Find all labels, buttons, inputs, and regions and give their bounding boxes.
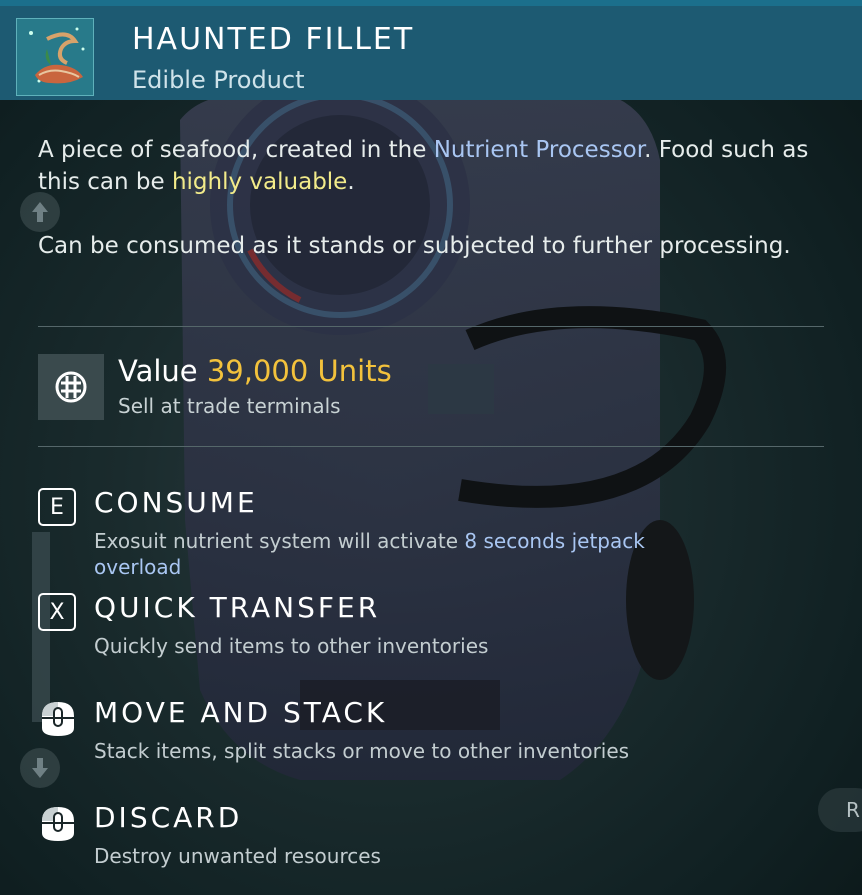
units-currency-icon <box>38 354 104 420</box>
scroll-up-icon[interactable] <box>20 192 60 232</box>
divider <box>38 326 824 327</box>
item-description-secondary: Can be consumed as it stands or subjecte… <box>38 233 791 259</box>
item-header: HAUNTED FILLET Edible Product <box>0 0 862 100</box>
edge-key-badge[interactable]: R <box>818 788 862 832</box>
scroll-down-icon[interactable] <box>20 748 60 788</box>
left-mouse-icon <box>38 698 78 738</box>
value-amount: 39,000 Units <box>206 354 392 388</box>
item-title: HAUNTED FILLET <box>132 22 415 57</box>
key-x-icon: X <box>38 593 76 631</box>
left-mouse-hold-icon <box>38 803 78 843</box>
highly-valuable-highlight: highly valuable <box>171 169 348 195</box>
consume-title: CONSUME <box>94 486 258 519</box>
fish-fillet-icon <box>16 18 94 96</box>
item-category: Edible Product <box>132 66 305 94</box>
divider <box>38 446 824 447</box>
quick-transfer-title: QUICK TRANSFER <box>94 591 381 624</box>
quick-transfer-description: Quickly send items to other inventories <box>94 634 489 658</box>
discard-description: Destroy unwanted resources <box>94 844 381 868</box>
nutrient-processor-link: Nutrient Processor <box>433 137 645 163</box>
consume-description: Exosuit nutrient system will activate 8 … <box>94 528 694 580</box>
key-e-icon: E <box>38 488 76 526</box>
value-subtitle: Sell at trade terminals <box>118 394 341 418</box>
move-and-stack-description: Stack items, split stacks or move to oth… <box>94 739 630 763</box>
value-label-text: Value <box>118 354 198 388</box>
discard-title: DISCARD <box>94 801 243 834</box>
value-label: Value 39,000 Units <box>118 354 392 388</box>
description-text: . <box>347 169 355 195</box>
description-text: A piece of seafood, created in the <box>38 137 434 163</box>
move-and-stack-title: MOVE AND STACK <box>94 696 388 729</box>
item-description: A piece of seafood, created in the Nutri… <box>38 134 818 198</box>
consume-description-text: Exosuit nutrient system will activate <box>94 529 465 553</box>
